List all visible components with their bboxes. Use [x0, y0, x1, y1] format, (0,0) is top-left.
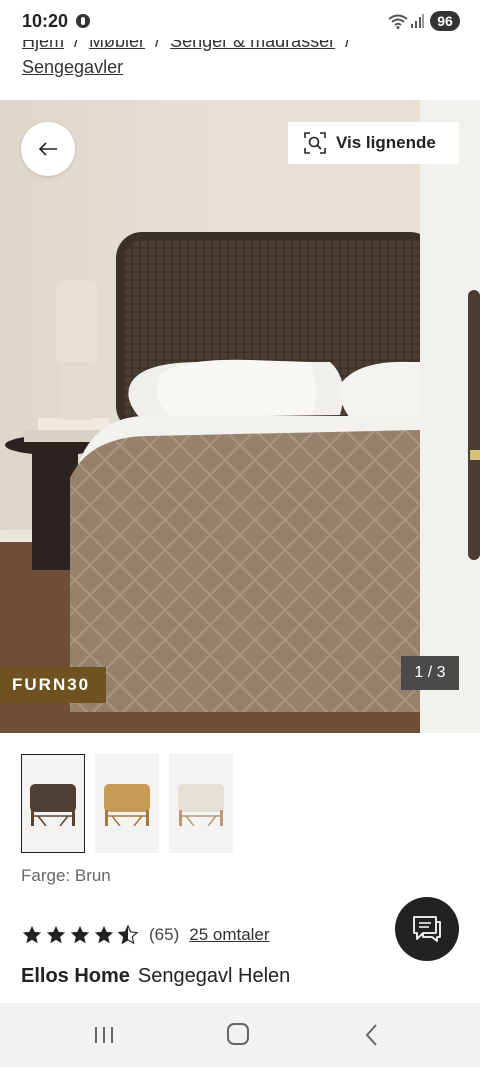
- visual-search-icon: [304, 132, 326, 154]
- view-similar-label: Vis lignende: [336, 133, 436, 152]
- star-icon: [70, 925, 90, 944]
- product-name: Sengegavl Helen: [137, 965, 291, 987]
- wifi-icon: [388, 14, 408, 29]
- product-gallery[interactable]: Vis lignende FURN30 1 / 3: [0, 100, 480, 733]
- star-icon: [46, 925, 66, 944]
- back-button[interactable]: [21, 122, 75, 176]
- thumbnail-brown[interactable]: [21, 754, 85, 853]
- headboard-brown-image: [30, 783, 76, 826]
- promo-code-badge: FURN30: [0, 667, 106, 703]
- chat-icon: [413, 916, 441, 942]
- star-icon: [22, 925, 42, 944]
- pinterest-icon: [76, 14, 90, 28]
- next-image-peek[interactable]: [420, 100, 480, 733]
- rating: (65) 25 omtaler: [21, 922, 270, 948]
- star-icon: [94, 925, 114, 944]
- view-similar-button[interactable]: Vis lignende: [288, 122, 459, 164]
- system-nav-bar: [0, 1003, 480, 1067]
- star-half-icon: [117, 924, 139, 945]
- battery-badge: 96: [430, 11, 460, 31]
- chat-button[interactable]: [395, 897, 459, 961]
- thumbnail-white[interactable]: [169, 754, 233, 853]
- product-brand[interactable]: Ellos Home: [21, 965, 130, 987]
- signal-icon: [411, 14, 424, 28]
- headboard-white-image: [178, 783, 224, 826]
- rating-stars: [21, 924, 139, 946]
- recents-icon[interactable]: [92, 1023, 116, 1047]
- bedroom-scene-image: [0, 100, 420, 733]
- color-thumbnails: [21, 754, 233, 854]
- rating-count: (65): [149, 925, 180, 944]
- status-time: 10:20: [22, 11, 69, 31]
- status-bar: 10:20 96: [0, 0, 480, 40]
- product-title: Ellos Home Sengegavl Helen: [21, 965, 290, 988]
- image-counter: 1 / 3: [401, 656, 459, 690]
- home-icon[interactable]: [227, 1023, 249, 1045]
- arrow-left-icon: [38, 142, 57, 156]
- color-label: Farge: Brun: [21, 866, 111, 885]
- product-image[interactable]: [0, 100, 420, 733]
- breadcrumb-headboards[interactable]: Sengegavler: [22, 57, 123, 77]
- headboard-natural-image: [104, 783, 150, 826]
- thumbnail-natural[interactable]: [95, 754, 159, 853]
- back-icon[interactable]: [362, 1023, 382, 1047]
- reviews-link[interactable]: 25 omtaler: [189, 925, 269, 945]
